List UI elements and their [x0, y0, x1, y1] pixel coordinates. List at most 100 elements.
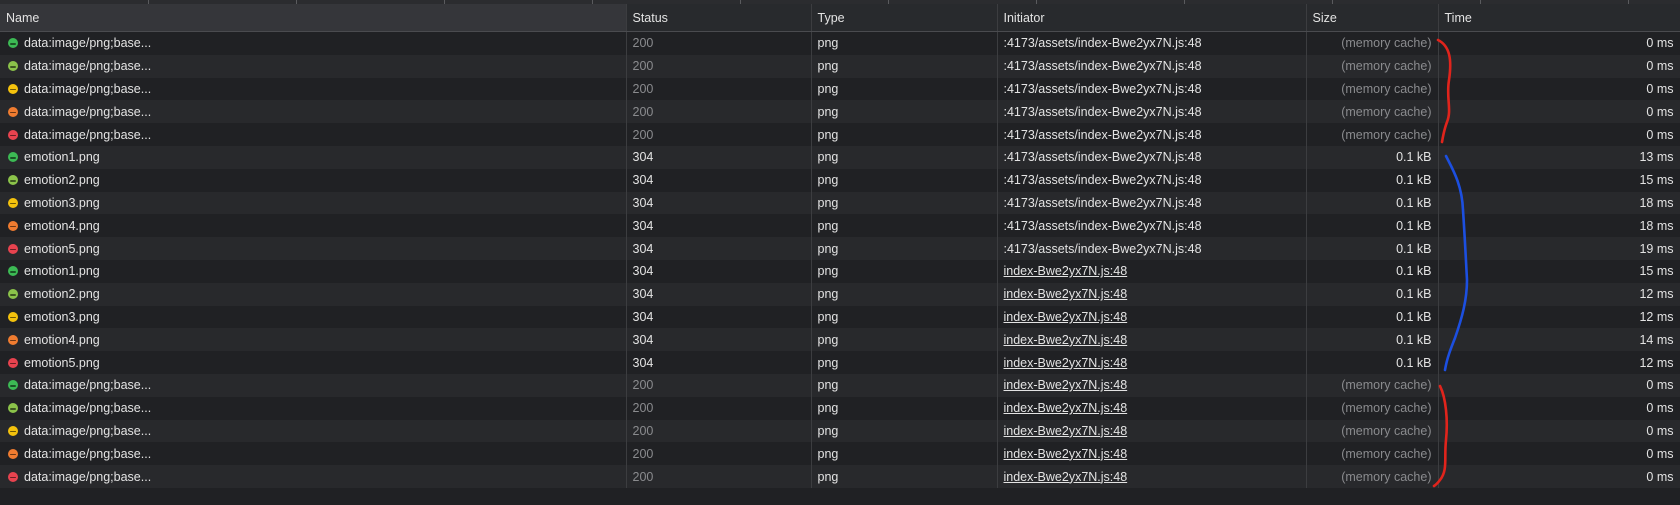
status-cell: 200: [626, 419, 812, 443]
initiator-cell[interactable]: index-Bwe2yx7N.js:48: [997, 305, 1307, 329]
column-header-status[interactable]: Status: [626, 4, 812, 32]
request-name-cell[interactable]: data:image/png;base...: [0, 54, 627, 78]
initiator-cell[interactable]: index-Bwe2yx7N.js:48: [997, 465, 1307, 488]
initiator-cell: :4173/assets/index-Bwe2yx7N.js:48: [997, 123, 1307, 146]
time-cell: 12 ms: [1438, 351, 1680, 374]
type-cell: png: [811, 282, 998, 306]
initiator-cell[interactable]: index-Bwe2yx7N.js:48: [997, 282, 1307, 306]
request-name-cell[interactable]: data:image/png;base...: [0, 31, 627, 55]
request-name: data:image/png;base...: [24, 401, 152, 416]
request-name-cell[interactable]: data:image/png;base...: [0, 419, 627, 443]
initiator-link[interactable]: index-Bwe2yx7N.js:48: [1004, 470, 1128, 484]
request-name: emotion4.png: [24, 218, 100, 233]
table-row[interactable]: data:image/png;base... 200 png:4173/assets…: [0, 123, 1680, 146]
request-name-cell[interactable]: emotion2.png: [0, 168, 627, 192]
column-header-time[interactable]: Time: [1438, 4, 1680, 32]
status-cell: 304: [626, 145, 812, 169]
table-row[interactable]: emotion5.png 304 png:4173/assets/index-Bwe…: [0, 237, 1680, 260]
request-name-cell[interactable]: emotion3.png: [0, 305, 627, 329]
table-row[interactable]: data:image/png;base... 200 png:4173/assets…: [0, 77, 1680, 101]
time-cell: 0 ms: [1438, 54, 1680, 78]
status-cell: 200: [626, 465, 812, 488]
request-name-cell[interactable]: emotion5.png: [0, 237, 627, 260]
type-cell: png: [811, 168, 998, 192]
type-cell: png: [811, 396, 998, 420]
initiator-link[interactable]: index-Bwe2yx7N.js:48: [1004, 378, 1128, 392]
initiator-cell[interactable]: index-Bwe2yx7N.js:48: [997, 351, 1307, 374]
table-row[interactable]: emotion5.png 304 png index-Bwe2yx7N.js:48 0.…: [0, 351, 1680, 374]
table-row[interactable]: emotion3.png 304 png index-Bwe2yx7N.js:48 0.…: [0, 305, 1680, 329]
initiator-link[interactable]: index-Bwe2yx7N.js:48: [1004, 424, 1128, 438]
time-cell: 0 ms: [1438, 77, 1680, 101]
initiator-cell[interactable]: index-Bwe2yx7N.js:48: [997, 328, 1307, 352]
initiator-cell[interactable]: index-Bwe2yx7N.js:48: [997, 259, 1307, 283]
type-cell: png: [811, 54, 998, 78]
table-row[interactable]: data:image/png;base... 200 png index-Bwe2yx…: [0, 396, 1680, 420]
request-name: data:image/png;base...: [24, 59, 152, 74]
table-row[interactable]: data:image/png;base... 200 png:4173/assets…: [0, 31, 1680, 55]
status-cell: 200: [626, 373, 812, 397]
table-row[interactable]: data:image/png;base... 200 png index-Bwe2yx…: [0, 442, 1680, 466]
size-cell: (memory cache): [1306, 100, 1439, 124]
table-row[interactable]: data:image/png;base... 200 png index-Bwe2yx…: [0, 419, 1680, 443]
type-cell: png: [811, 259, 998, 283]
table-row[interactable]: data:image/png;base... 200 png index-Bwe2yx…: [0, 465, 1680, 488]
request-name-cell[interactable]: data:image/png;base...: [0, 465, 627, 488]
table-row[interactable]: data:image/png;base... 200 png:4173/assets…: [0, 54, 1680, 78]
initiator-link[interactable]: index-Bwe2yx7N.js:48: [1004, 356, 1128, 370]
request-name-cell[interactable]: data:image/png;base...: [0, 442, 627, 466]
request-name-cell[interactable]: data:image/png;base...: [0, 396, 627, 420]
column-header-name[interactable]: Name: [0, 4, 627, 32]
table-row[interactable]: data:image/png;base... 200 png:4173/assets…: [0, 100, 1680, 124]
initiator-link[interactable]: index-Bwe2yx7N.js:48: [1004, 287, 1128, 301]
emotion-face-icon: [8, 220, 18, 231]
request-name-cell[interactable]: data:image/png;base...: [0, 373, 627, 397]
initiator-link[interactable]: index-Bwe2yx7N.js:48: [1004, 333, 1128, 347]
emotion-face-icon: [8, 243, 18, 254]
initiator-cell[interactable]: index-Bwe2yx7N.js:48: [997, 373, 1307, 397]
request-name-cell[interactable]: emotion4.png: [0, 328, 627, 352]
table-row[interactable]: emotion3.png 304 png:4173/assets/index-Bwe…: [0, 191, 1680, 215]
table-row[interactable]: emotion1.png 304 png index-Bwe2yx7N.js:48 0.…: [0, 259, 1680, 283]
initiator-cell[interactable]: index-Bwe2yx7N.js:48: [997, 419, 1307, 443]
time-cell: 14 ms: [1438, 328, 1680, 352]
table-row[interactable]: data:image/png;base... 200 png index-Bwe2yx…: [0, 373, 1680, 397]
request-name: data:image/png;base...: [24, 104, 152, 119]
request-name-cell[interactable]: emotion4.png: [0, 214, 627, 238]
table-row[interactable]: emotion2.png 304 png:4173/assets/index-Bwe…: [0, 168, 1680, 192]
size-cell: 0.1 kB: [1306, 305, 1439, 329]
emotion-face-icon: [8, 380, 18, 391]
initiator-cell[interactable]: index-Bwe2yx7N.js:48: [997, 396, 1307, 420]
request-name-cell[interactable]: data:image/png;base...: [0, 77, 627, 101]
table-row[interactable]: emotion4.png 304 png:4173/assets/index-Bwe…: [0, 214, 1680, 238]
initiator-cell: :4173/assets/index-Bwe2yx7N.js:48: [997, 214, 1307, 238]
column-header-initiator[interactable]: Initiator: [997, 4, 1307, 32]
initiator-link[interactable]: index-Bwe2yx7N.js:48: [1004, 264, 1128, 278]
request-name-cell[interactable]: emotion3.png: [0, 191, 627, 215]
request-name-cell[interactable]: data:image/png;base...: [0, 123, 627, 146]
column-header-size[interactable]: Size: [1306, 4, 1439, 32]
table-row[interactable]: emotion1.png 304 png:4173/assets/index-Bwe…: [0, 145, 1680, 169]
status-cell: 200: [626, 123, 812, 146]
request-name-cell[interactable]: emotion1.png: [0, 145, 627, 169]
status-cell: 304: [626, 191, 812, 215]
table-row[interactable]: emotion2.png 304 png index-Bwe2yx7N.js:48 0.…: [0, 282, 1680, 306]
table-row[interactable]: emotion4.png 304 png index-Bwe2yx7N.js:48 0.…: [0, 328, 1680, 352]
initiator-link[interactable]: index-Bwe2yx7N.js:48: [1004, 447, 1128, 461]
request-name: emotion1.png: [24, 150, 100, 165]
initiator-text: :4173/assets/index-Bwe2yx7N.js:48: [1003, 127, 1202, 142]
request-name-cell[interactable]: data:image/png;base...: [0, 100, 627, 124]
initiator-link[interactable]: index-Bwe2yx7N.js:48: [1004, 401, 1128, 415]
emotion-face-icon: [8, 425, 18, 436]
request-name-cell[interactable]: emotion1.png: [0, 259, 627, 283]
emotion-face-icon: [8, 266, 18, 277]
type-cell: png: [811, 214, 998, 238]
request-name-cell[interactable]: emotion5.png: [0, 351, 627, 374]
type-cell: png: [811, 328, 998, 352]
column-header-type[interactable]: Type: [811, 4, 998, 32]
initiator-link[interactable]: index-Bwe2yx7N.js:48: [1004, 310, 1128, 324]
request-name-cell[interactable]: emotion2.png: [0, 282, 627, 306]
initiator-cell[interactable]: index-Bwe2yx7N.js:48: [997, 442, 1307, 466]
type-cell: png: [811, 419, 998, 443]
size-cell: 0.1 kB: [1306, 191, 1439, 215]
